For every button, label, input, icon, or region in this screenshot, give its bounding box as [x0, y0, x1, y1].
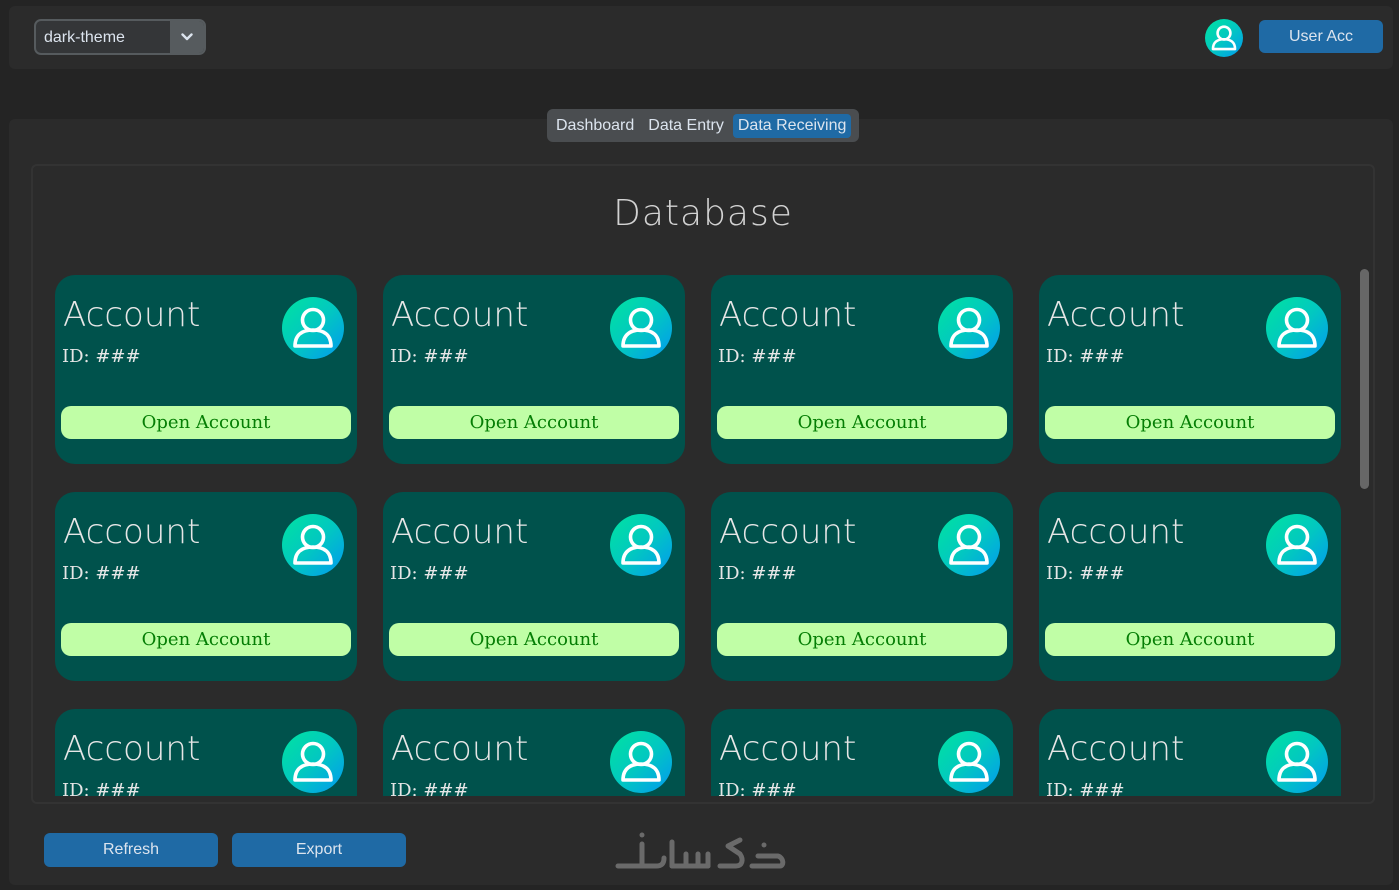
account-card-title: Account [719, 295, 857, 335]
account-card-title: Account [1047, 295, 1185, 335]
account-card-title: Account [719, 729, 857, 769]
account-card: AccountID: ###Open Account [383, 709, 685, 796]
account-card-id: ID: ### [718, 346, 797, 367]
open-account-button[interactable]: Open Account [1045, 623, 1335, 656]
tab-dashboard[interactable]: Dashboard [551, 114, 639, 138]
account-card-title: Account [391, 729, 529, 769]
account-card-title: Account [1047, 512, 1185, 552]
account-card: Account ID: ### Open Account [383, 492, 685, 681]
export-button[interactable]: Export [232, 833, 406, 867]
user-icon [1266, 297, 1328, 359]
refresh-button[interactable]: Refresh [44, 833, 218, 867]
user-icon [938, 731, 1000, 793]
chevron-down-icon[interactable] [170, 21, 204, 53]
watermark-logo [615, 832, 786, 869]
page-title: Database [613, 193, 793, 234]
open-account-button[interactable]: Open Account [389, 623, 679, 656]
account-card-id: ID: ### [390, 780, 469, 796]
account-card-id: ID: ### [1046, 563, 1125, 584]
user-icon [610, 514, 672, 576]
open-account-button[interactable]: Open Account [61, 623, 351, 656]
top-bar: dark-theme User Acc [9, 6, 1393, 69]
user-icon [1266, 514, 1328, 576]
user-icon [282, 297, 344, 359]
account-card: Account ID: ### Open Account [711, 492, 1013, 681]
account-card-title: Account [391, 512, 529, 552]
theme-select[interactable]: dark-theme [34, 19, 206, 55]
user-icon [610, 731, 672, 793]
account-card-id: ID: ### [1046, 346, 1125, 367]
user-icon [938, 297, 1000, 359]
user-account-button[interactable]: User Acc [1259, 20, 1383, 53]
user-avatar-icon[interactable] [1205, 19, 1243, 57]
account-card: Account ID: ### Open Account [383, 275, 685, 464]
open-account-button[interactable]: Open Account [717, 406, 1007, 439]
account-card-title: Account [719, 512, 857, 552]
user-icon [1266, 731, 1328, 793]
account-card-id: ID: ### [62, 563, 141, 584]
account-card: Account ID: ### Open Account [55, 492, 357, 681]
account-card-id: ID: ### [390, 346, 469, 367]
account-card: Account ID: ### Open Account [711, 275, 1013, 464]
account-card-grid: Account ID: ### Open Account Account ID: ###… [33, 260, 1373, 796]
user-icon [282, 514, 344, 576]
theme-select-value: dark-theme [44, 29, 125, 46]
tab-data-entry[interactable]: Data Entry [643, 114, 729, 138]
user-icon [282, 731, 344, 793]
account-card-id: ID: ### [1046, 780, 1125, 796]
tab-data-receiving[interactable]: Data Receiving [732, 113, 852, 138]
account-card-id: ID: ### [390, 563, 469, 584]
user-icon [610, 297, 672, 359]
account-card-title: Account [1047, 729, 1185, 769]
account-card: Account ID: ### Open Account [55, 275, 357, 464]
account-card: Account ID: ### Open Account [1039, 275, 1341, 464]
open-account-button[interactable]: Open Account [717, 623, 1007, 656]
account-card-id: ID: ### [62, 346, 141, 367]
account-card-title: Account [63, 729, 201, 769]
account-card: AccountID: ###Open Account [711, 709, 1013, 796]
tab-bar: Dashboard Data Entry Data Receiving [547, 109, 859, 142]
account-card-id: ID: ### [718, 780, 797, 796]
account-card-title: Account [391, 295, 529, 335]
account-card-title: Account [63, 512, 201, 552]
account-card: AccountID: ###Open Account [55, 709, 357, 796]
database-panel: Database Account ID: ### Open Account Accou… [31, 164, 1375, 804]
account-card-title: Account [63, 295, 201, 335]
account-card: Account ID: ### Open Account [1039, 492, 1341, 681]
account-card-id: ID: ### [718, 563, 797, 584]
account-card-id: ID: ### [62, 780, 141, 796]
scrollbar[interactable] [1360, 269, 1369, 489]
open-account-button[interactable]: Open Account [389, 406, 679, 439]
account-card: AccountID: ###Open Account [1039, 709, 1341, 796]
open-account-button[interactable]: Open Account [61, 406, 351, 439]
user-icon [938, 514, 1000, 576]
open-account-button[interactable]: Open Account [1045, 406, 1335, 439]
